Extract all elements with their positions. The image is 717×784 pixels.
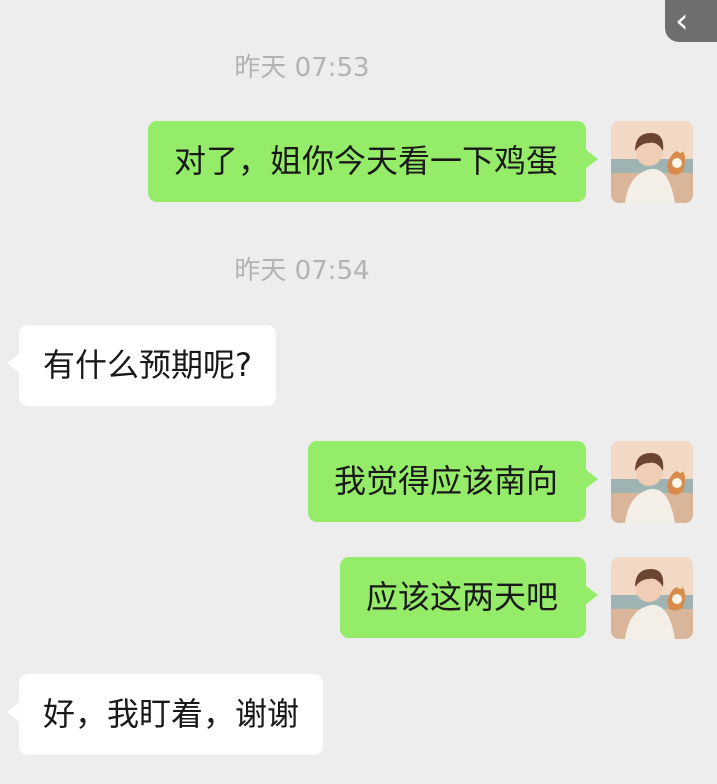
sent-message-bubble[interactable]: 我觉得应该南向	[307, 441, 599, 522]
user-avatar[interactable]	[611, 121, 693, 203]
timestamp: 昨天 07:53	[234, 53, 370, 83]
avatar-image	[611, 441, 693, 523]
back-button[interactable]: ‹	[665, 0, 717, 42]
avatar-image	[611, 121, 693, 203]
timestamp: 昨天 07:54	[234, 256, 370, 286]
chevron-left-icon: ‹	[675, 1, 689, 41]
sent-message-bubble[interactable]: 对了，姐你今天看一下鸡蛋	[147, 121, 599, 202]
user-avatar[interactable]	[611, 557, 693, 639]
user-avatar[interactable]	[611, 441, 693, 523]
sent-message-bubble[interactable]: 应该这两天吧	[339, 557, 599, 638]
received-message-bubble[interactable]: 有什么预期呢?	[7, 325, 276, 406]
avatar-image	[611, 557, 693, 639]
received-message-bubble[interactable]: 好，我盯着，谢谢	[6, 674, 324, 755]
